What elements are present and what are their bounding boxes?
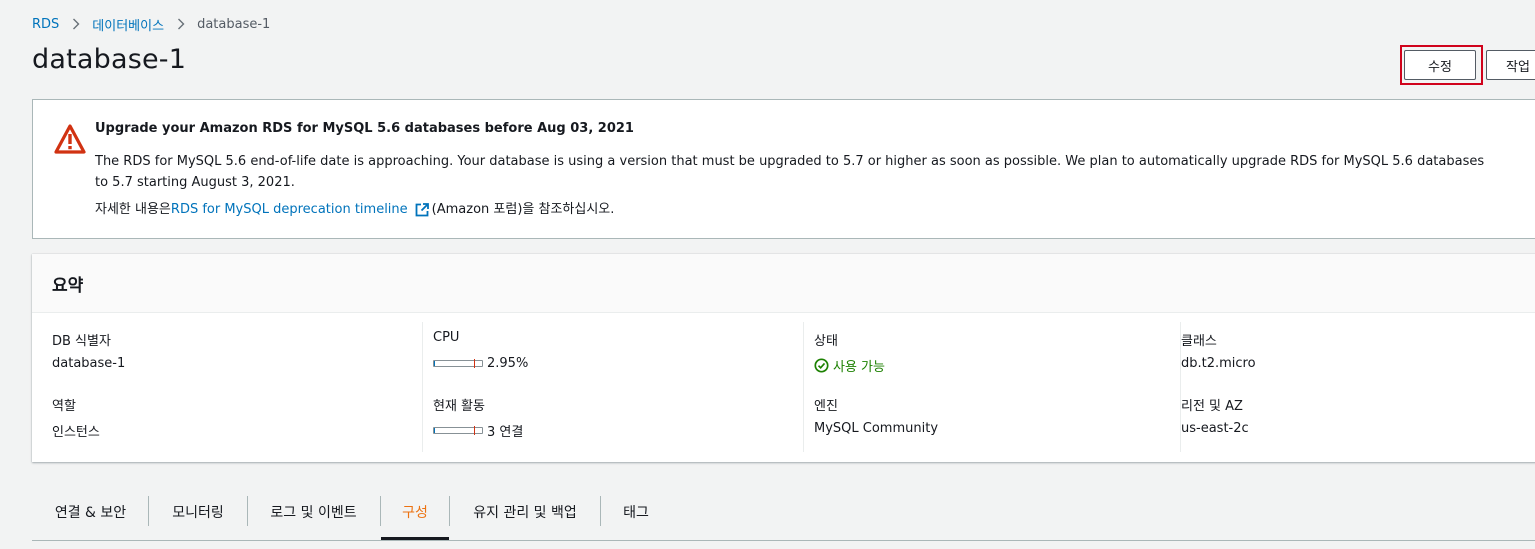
alert-more-suffix: (Amazon 포럼)을 참조하십시오. xyxy=(431,202,615,217)
region-value: us-east-2c xyxy=(1181,421,1249,436)
class-value: db.t2.micro xyxy=(1181,356,1256,371)
cpu-label: CPU xyxy=(433,330,460,345)
engine-label: 엔진 xyxy=(814,399,838,414)
db-identifier-value: database-1 xyxy=(52,356,126,371)
tab-tags[interactable]: 태그 xyxy=(601,490,671,540)
alert-more-info: 자세한 내용은 RDS for MySQL deprecation timeli… xyxy=(95,200,614,220)
summary-title: 요약 xyxy=(52,276,84,296)
activity-value: 3 연결 xyxy=(487,425,524,440)
tab-connectivity-security[interactable]: 연결 & 보안 xyxy=(32,490,149,540)
detail-tabs: 연결 & 보안 모니터링 로그 및 이벤트 구성 유지 관리 및 백업 태그 xyxy=(32,490,1535,541)
tab-monitoring[interactable]: 모니터링 xyxy=(149,490,247,540)
breadcrumb-current: database-1 xyxy=(197,16,271,32)
tab-maintenance-backups[interactable]: 유지 관리 및 백업 xyxy=(450,490,600,540)
external-link-icon[interactable] xyxy=(415,203,429,217)
activity-progress-fill xyxy=(434,428,436,433)
summary-column-status: 상태 사용 가능 엔진 MySQL Community xyxy=(803,322,1180,452)
cpu-progress-fill xyxy=(434,361,436,366)
breadcrumb: RDS 데이터베이스 database-1 xyxy=(32,14,270,34)
warning-icon xyxy=(53,123,87,155)
activity-meter: 3 연결 xyxy=(433,421,523,440)
summary-column-identifier: DB 식별자 database-1 역할 인스턴스 xyxy=(32,322,422,452)
db-identifier-label: DB 식별자 xyxy=(52,334,111,349)
summary-panel: 요약 DB 식별자 database-1 역할 인스턴스 CPU 2.95% 현… xyxy=(32,254,1535,462)
cpu-value: 2.95% xyxy=(487,356,529,371)
status-value: 사용 가능 xyxy=(814,356,885,375)
engine-value: MySQL Community xyxy=(814,421,939,436)
check-circle-icon xyxy=(814,358,829,373)
activity-progress-bar xyxy=(433,426,483,435)
page-title: database-1 xyxy=(32,44,187,75)
region-label: 리전 및 AZ xyxy=(1181,399,1243,414)
summary-column-class: 클래스 db.t2.micro 리전 및 AZ us-east-2c xyxy=(1180,322,1535,452)
breadcrumb-databases[interactable]: 데이터베이스 xyxy=(92,15,164,34)
cpu-progress-bar xyxy=(433,359,483,368)
alert-body: The RDS for MySQL 5.6 end-of-life date i… xyxy=(95,154,1485,190)
alert-title: Upgrade your Amazon RDS for MySQL 5.6 da… xyxy=(95,121,634,136)
role-label: 역할 xyxy=(52,399,76,414)
chevron-right-icon xyxy=(72,18,80,30)
modify-button[interactable]: 수정 xyxy=(1404,50,1476,80)
actions-button[interactable]: 작업 xyxy=(1486,50,1535,80)
summary-column-cpu: CPU 2.95% 현재 활동 3 연결 xyxy=(422,322,803,452)
tab-configuration[interactable]: 구성 xyxy=(381,490,449,540)
alert-more-prefix: 자세한 내용은 xyxy=(95,202,171,217)
cpu-meter: 2.95% xyxy=(433,356,528,371)
cpu-threshold-mark xyxy=(474,359,475,368)
status-label: 상태 xyxy=(814,334,838,349)
class-label: 클래스 xyxy=(1181,334,1217,349)
role-value: 인스턴스 xyxy=(52,425,100,440)
tab-logs-events[interactable]: 로그 및 이벤트 xyxy=(247,490,380,540)
status-text: 사용 가능 xyxy=(833,360,885,375)
deprecation-timeline-link[interactable]: RDS for MySQL deprecation timeline xyxy=(171,200,408,220)
chevron-right-icon xyxy=(177,18,185,30)
activity-threshold-mark xyxy=(474,426,475,435)
deprecation-alert: Upgrade your Amazon RDS for MySQL 5.6 da… xyxy=(32,99,1535,239)
breadcrumb-rds[interactable]: RDS xyxy=(32,17,59,32)
summary-header: 요약 xyxy=(32,254,1535,313)
activity-label: 현재 활동 xyxy=(433,399,485,414)
